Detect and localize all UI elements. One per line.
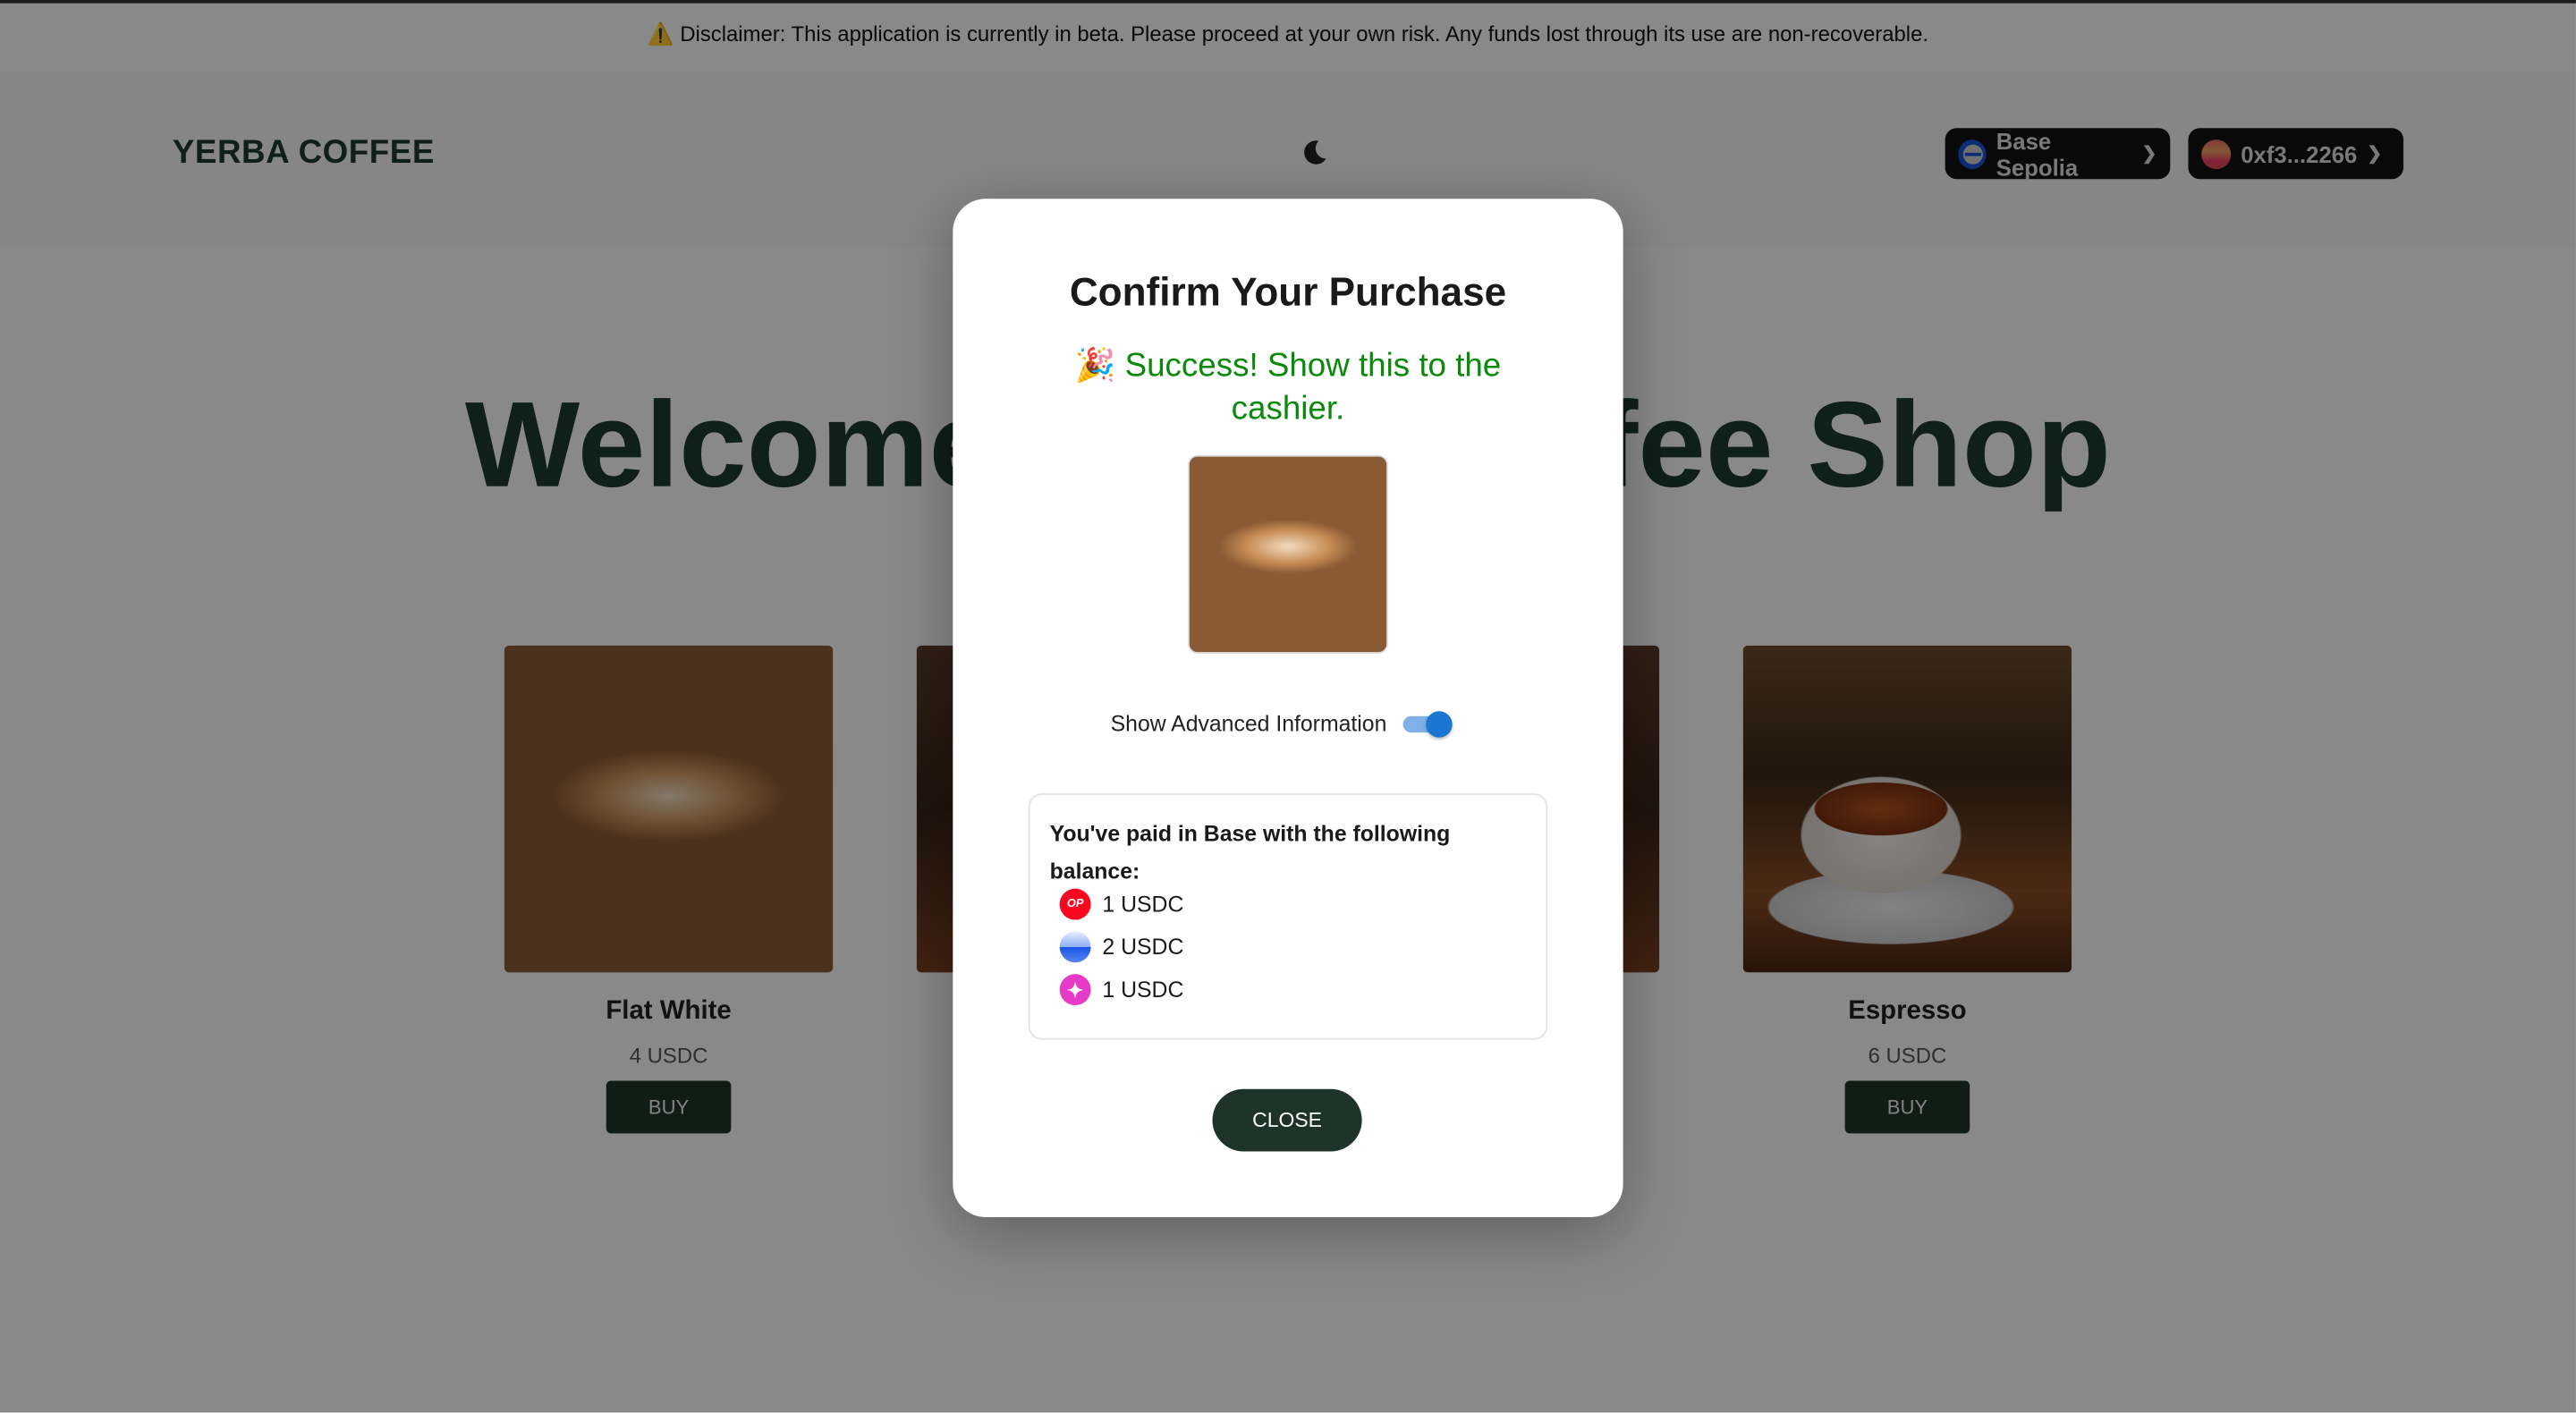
balance-amount: 2 USDC (1102, 935, 1184, 960)
close-button[interactable]: CLOSE (1212, 1088, 1362, 1152)
advanced-info-label: Show Advanced Information (1110, 711, 1387, 736)
toggle-knob (1426, 711, 1453, 738)
success-message: 🎉 Success! Show this to the cashier. (1051, 345, 1524, 431)
page: ⚠️ Disclaimer: This application is curre… (0, 0, 2576, 1413)
advanced-info-toggle[interactable] (1402, 711, 1454, 738)
op-icon: OP (1059, 888, 1091, 920)
party-icon: 🎉 (1074, 348, 1116, 385)
zora-icon: ✦ (1059, 974, 1091, 1006)
modal-title: Confirm Your Purchase (1069, 271, 1507, 316)
balance-item: 2 USDC (1059, 931, 1184, 963)
paid-text: You've paid in Base with the following b… (1049, 821, 1451, 884)
balance-item: OP 1 USDC (1059, 888, 1184, 920)
base-icon (1059, 931, 1091, 963)
success-text: Success! Show this to the cashier. (1124, 348, 1502, 427)
balance-amount: 1 USDC (1102, 892, 1184, 917)
product-image (1187, 454, 1389, 655)
balance-item: ✦ 1 USDC (1059, 974, 1184, 1006)
balance-amount: 1 USDC (1102, 977, 1184, 1003)
